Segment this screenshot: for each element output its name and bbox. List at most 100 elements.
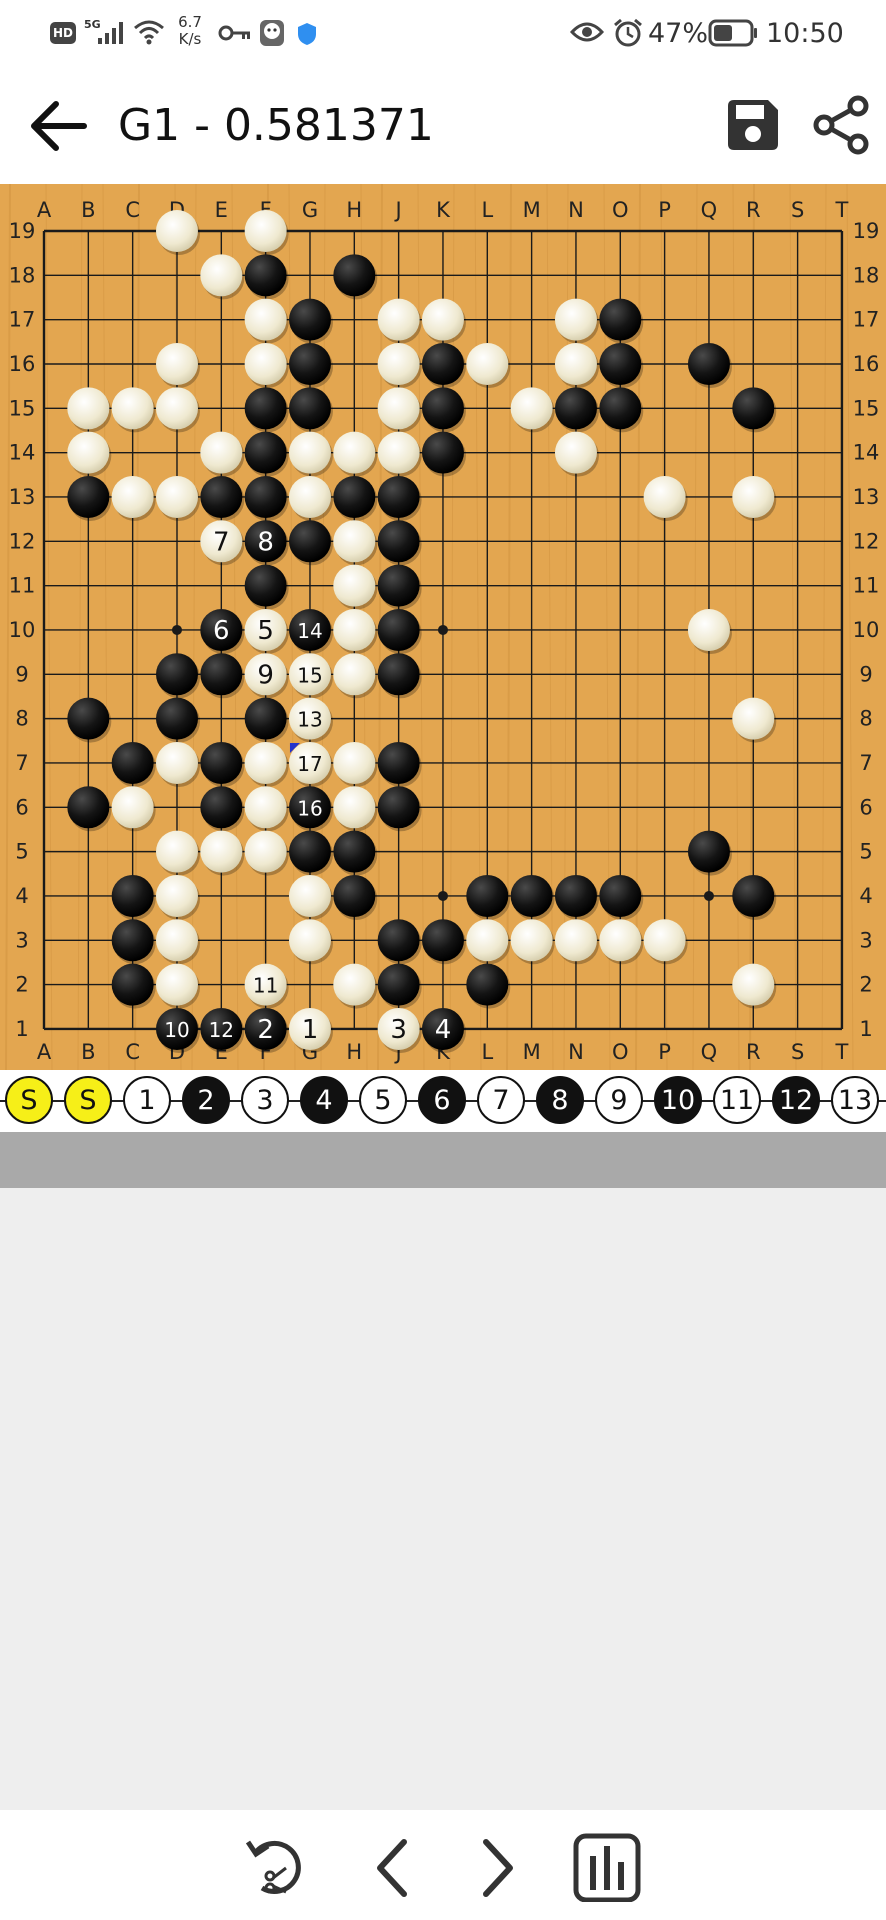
move-chip[interactable]: 6 bbox=[418, 1076, 466, 1124]
stone-body bbox=[510, 387, 553, 430]
column-label-bottom: O bbox=[612, 1040, 629, 1064]
black-stone bbox=[200, 653, 245, 699]
black-stone bbox=[244, 475, 289, 521]
white-stone bbox=[377, 342, 422, 388]
move-chip[interactable]: 12 bbox=[772, 1076, 820, 1124]
move-chip[interactable]: 3 bbox=[241, 1076, 289, 1124]
white-stone bbox=[377, 298, 422, 344]
undo-scissors-icon[interactable] bbox=[240, 1832, 320, 1902]
row-label-left: 15 bbox=[9, 396, 36, 420]
stone-body bbox=[466, 919, 509, 962]
move-number-label: 10 bbox=[164, 1018, 189, 1042]
black-stone bbox=[244, 431, 289, 477]
white-stone: 17 bbox=[288, 741, 333, 787]
white-stone: 15 bbox=[288, 653, 333, 699]
move-number-label: 16 bbox=[297, 796, 322, 820]
alarm-icon bbox=[614, 18, 642, 47]
move-chip[interactable]: 7 bbox=[477, 1076, 525, 1124]
stone-body bbox=[333, 963, 376, 1006]
move-chip-start[interactable]: S bbox=[5, 1076, 53, 1124]
arrow-left-icon[interactable] bbox=[28, 98, 90, 154]
stone-body bbox=[554, 342, 597, 385]
stone-body bbox=[200, 431, 243, 474]
move-chip[interactable]: 4 bbox=[300, 1076, 348, 1124]
clock: 10:50 bbox=[766, 18, 844, 49]
stone-body bbox=[510, 874, 553, 917]
move-chip[interactable]: 2 bbox=[182, 1076, 230, 1124]
stone-body bbox=[333, 520, 376, 563]
go-board-canvas[interactable]: AABBCCDDEEFFGGHHJJKKLLMMNNOOPPQQRRSSTT19… bbox=[0, 183, 886, 1071]
stone-body bbox=[288, 520, 331, 563]
stone-body bbox=[333, 431, 376, 474]
move-chip[interactable]: 11 bbox=[713, 1076, 761, 1124]
move-chip[interactable]: 1 bbox=[123, 1076, 171, 1124]
share-icon[interactable] bbox=[808, 94, 874, 156]
move-sequence-bar[interactable]: S S 1 2 3 4 5 6 7 8 9 10 11 12 13 bbox=[0, 1070, 886, 1132]
eye-icon bbox=[570, 22, 604, 42]
white-stone bbox=[244, 210, 289, 255]
white-stone bbox=[155, 874, 200, 920]
move-number-label: 4 bbox=[435, 1015, 452, 1045]
star-point bbox=[703, 890, 714, 901]
white-stone: 3 bbox=[377, 1007, 422, 1053]
white-stone bbox=[554, 342, 599, 388]
column-label-bottom: A bbox=[37, 1040, 52, 1064]
white-stone bbox=[111, 475, 156, 521]
black-stone bbox=[111, 919, 156, 965]
floppy-disk-icon[interactable] bbox=[724, 96, 782, 154]
column-label-top: L bbox=[481, 198, 493, 222]
battery-percent: 47% bbox=[648, 18, 709, 49]
white-stone bbox=[643, 475, 688, 521]
status-bar: HD 5G 6.7 K/s 47% 10:50 bbox=[0, 0, 886, 66]
move-chip[interactable]: 13 bbox=[831, 1076, 879, 1124]
row-label-left: 11 bbox=[9, 574, 36, 598]
black-stone: 2 bbox=[244, 1007, 289, 1053]
row-label-left: 10 bbox=[9, 618, 36, 642]
column-label-bottom: S bbox=[791, 1040, 804, 1064]
go-board[interactable]: AABBCCDDEEFFGGHHJJKKLLMMNNOOPPQQRRSSTT19… bbox=[0, 183, 886, 1071]
move-chip[interactable]: 5 bbox=[359, 1076, 407, 1124]
white-stone: 9 bbox=[244, 653, 289, 699]
white-stone: 5 bbox=[244, 608, 289, 654]
move-chip[interactable]: 8 bbox=[536, 1076, 584, 1124]
stone-body bbox=[244, 697, 287, 740]
stone-body bbox=[67, 475, 110, 518]
stone-body bbox=[200, 741, 243, 784]
stone-body bbox=[599, 342, 642, 385]
column-label-top: O bbox=[612, 198, 629, 222]
black-stone bbox=[67, 786, 112, 832]
white-stone bbox=[288, 874, 333, 920]
move-chip[interactable]: 9 bbox=[595, 1076, 643, 1124]
black-stone: 16 bbox=[288, 786, 333, 832]
stone-body bbox=[333, 254, 376, 297]
stone-body bbox=[732, 874, 775, 917]
row-label-right: 17 bbox=[853, 308, 880, 332]
white-stone bbox=[111, 786, 156, 832]
stone-body bbox=[288, 298, 331, 341]
chevron-right-icon[interactable] bbox=[458, 1832, 538, 1902]
row-label-left: 19 bbox=[9, 219, 36, 243]
move-number-label: 5 bbox=[257, 616, 274, 646]
stone-body bbox=[643, 475, 686, 518]
row-label-left: 9 bbox=[15, 662, 28, 686]
black-stone bbox=[111, 874, 156, 920]
move-chip-start[interactable]: S bbox=[64, 1076, 112, 1124]
row-label-left: 4 bbox=[15, 884, 28, 908]
chevron-left-icon[interactable] bbox=[352, 1832, 432, 1902]
row-label-left: 3 bbox=[15, 928, 28, 952]
star-point bbox=[171, 624, 182, 635]
white-stone bbox=[288, 431, 333, 477]
move-chip[interactable]: 10 bbox=[654, 1076, 702, 1124]
stone-body bbox=[377, 786, 420, 829]
white-stone bbox=[333, 653, 378, 699]
stone-body bbox=[111, 786, 154, 829]
stone-body bbox=[244, 387, 287, 430]
stone-body bbox=[67, 697, 110, 740]
wood-grain bbox=[732, 183, 740, 1071]
wood-grain bbox=[102, 183, 110, 1071]
stone-body bbox=[687, 608, 730, 651]
column-label-bottom: H bbox=[346, 1040, 362, 1064]
bar-chart-icon[interactable] bbox=[568, 1832, 648, 1902]
row-label-right: 2 bbox=[859, 973, 872, 997]
black-stone: 10 bbox=[155, 1007, 200, 1053]
